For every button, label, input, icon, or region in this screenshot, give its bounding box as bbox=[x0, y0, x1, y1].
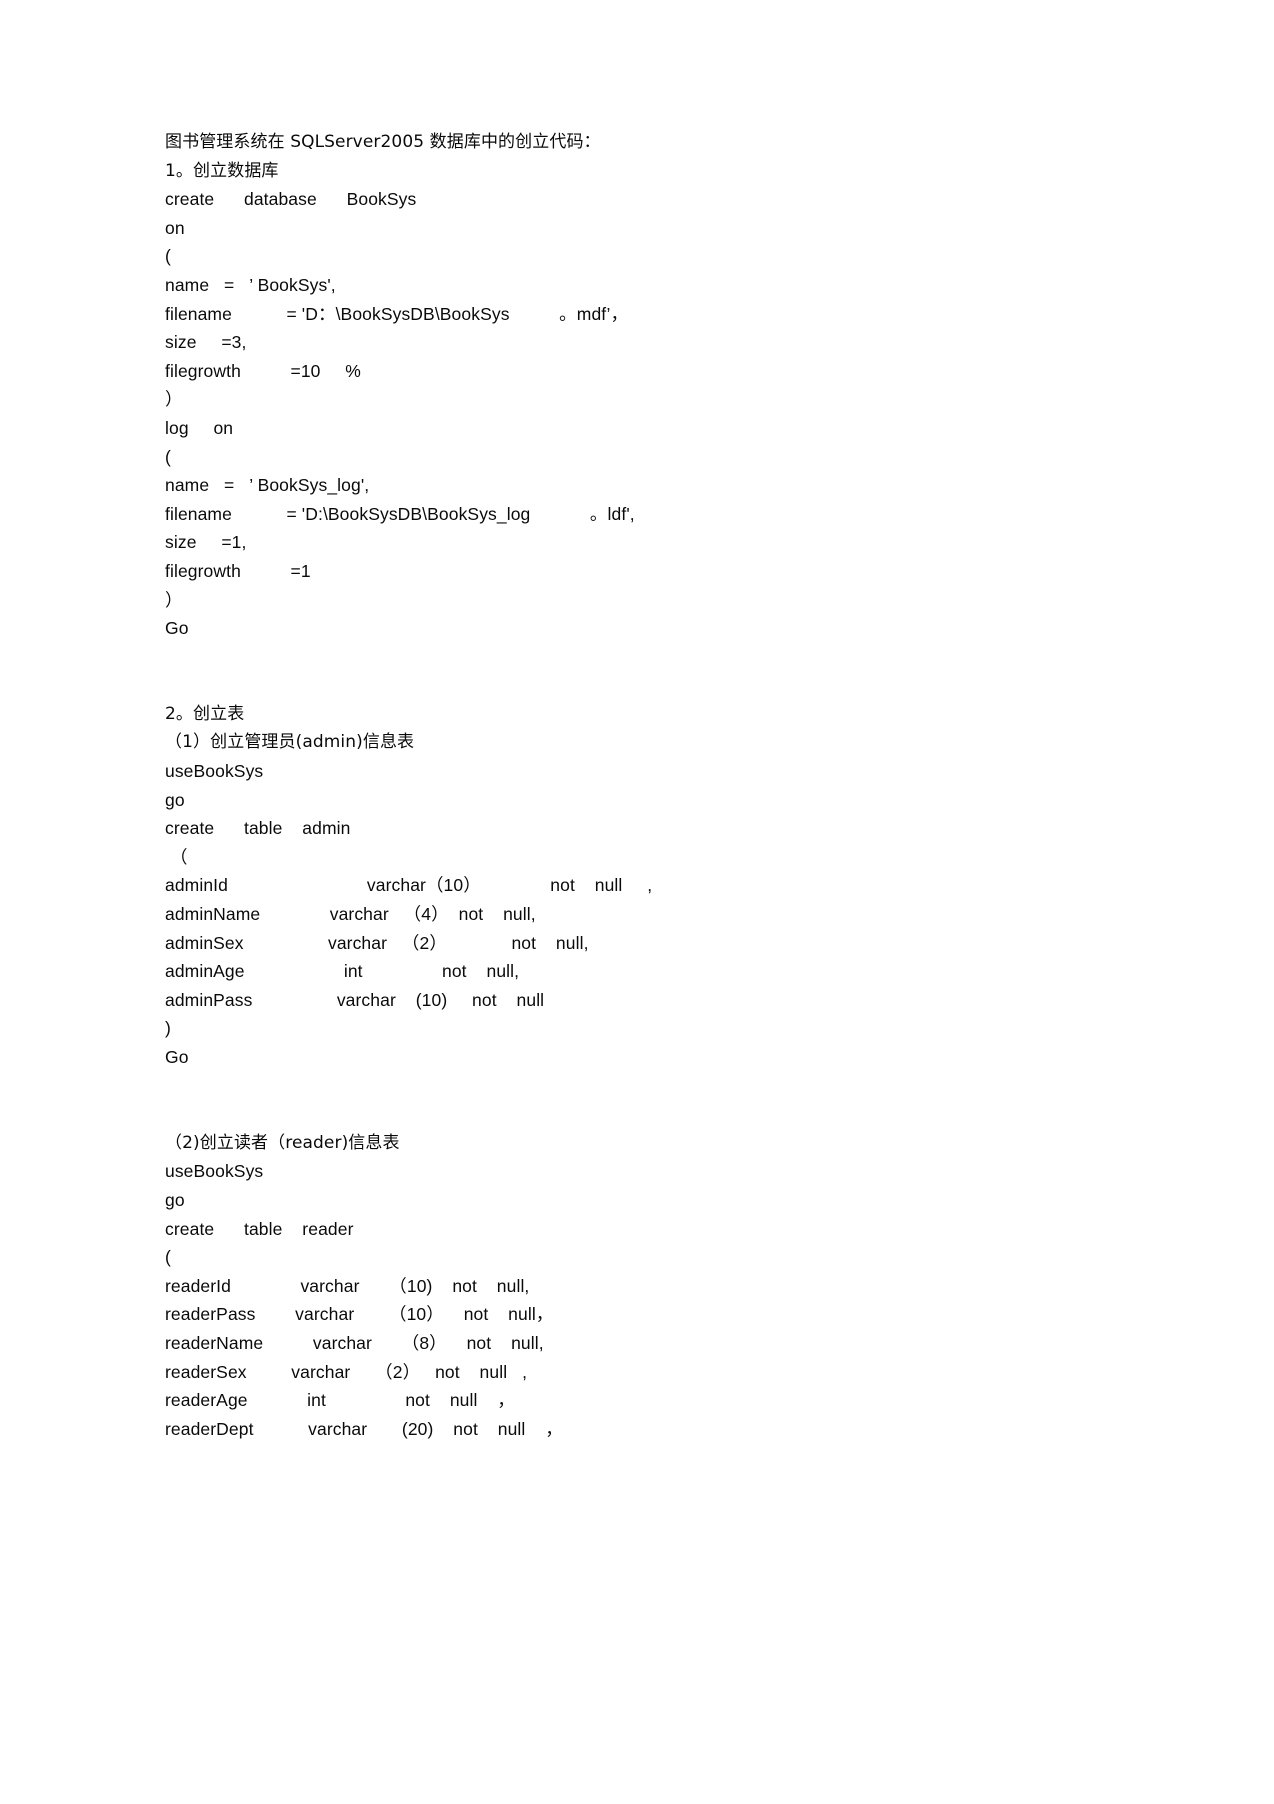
document-title: 图书管理系统在 SQLServer2005 数据库中的创立代码： bbox=[165, 132, 601, 152]
code-line: readerName varchar （8） not null, bbox=[165, 1332, 544, 1353]
subsection-label-reader: （2)创立读者（reader)信息表 bbox=[165, 1132, 400, 1153]
code-line: filegrowth =10 % bbox=[165, 360, 361, 381]
code-line: ） bbox=[165, 389, 183, 410]
code-line: ) bbox=[165, 1018, 171, 1039]
code-line: readerSex varchar （2） not null , bbox=[165, 1361, 528, 1382]
code-line: adminId varchar（10） not null , bbox=[165, 875, 653, 896]
code-line: on bbox=[165, 217, 185, 238]
code-line: adminName varchar （4） not null, bbox=[165, 904, 536, 925]
code-line: Go bbox=[165, 1047, 189, 1067]
code-line: size =1, bbox=[165, 532, 247, 553]
code-line: ( bbox=[165, 1247, 171, 1268]
section-heading-create-tables: 2。创立表 bbox=[165, 703, 245, 724]
code-line: adminSex varchar （2） not null, bbox=[165, 932, 589, 953]
code-line: filename = 'D：\BookSysDB\BookSys 。mdf’， bbox=[165, 303, 629, 324]
code-line: size =3, bbox=[165, 332, 247, 353]
document-page: 图书管理系统在 SQLServer2005 数据库中的创立代码： 1。创立数据库… bbox=[0, 0, 1274, 1804]
code-line: ） bbox=[165, 589, 183, 610]
code-line: useBookSys bbox=[165, 761, 264, 782]
code-line: create table reader bbox=[165, 1218, 354, 1239]
code-line: filename = 'D:\BookSysDB\BookSys_log 。ld… bbox=[165, 503, 635, 524]
section-heading-create-database: 1。创立数据库 bbox=[165, 160, 279, 181]
code-line: adminAge int not null, bbox=[165, 961, 520, 982]
code-line: name = ’ BookSys', bbox=[165, 274, 336, 295]
code-line: create database BookSys bbox=[165, 189, 417, 210]
code-line: readerAge int not null ， bbox=[165, 1390, 515, 1411]
code-line: readerPass varchar （10） not null， bbox=[165, 1304, 554, 1325]
code-line: adminPass varchar (10) not null bbox=[165, 989, 545, 1010]
document-body: 图书管理系统在 SQLServer2005 数据库中的创立代码： 1。创立数据库… bbox=[165, 128, 1125, 1443]
code-line: Go bbox=[165, 618, 189, 639]
subsection-label-admin: （1）创立管理员(admin)信息表 bbox=[165, 732, 415, 753]
code-line: readerId varchar （10) not null, bbox=[165, 1275, 530, 1296]
code-line: go bbox=[165, 789, 185, 810]
code-line: readerDept varchar (20) not null ， bbox=[165, 1418, 563, 1439]
code-line: go bbox=[165, 1189, 185, 1210]
code-line: （ bbox=[165, 846, 188, 867]
code-line: ( bbox=[165, 246, 171, 267]
code-line: filegrowth =1 bbox=[165, 560, 311, 581]
code-line: useBookSys bbox=[165, 1161, 264, 1182]
code-line: name = ’ BookSys_log', bbox=[165, 475, 370, 496]
code-line: create table admin bbox=[165, 818, 351, 839]
code-line: log on bbox=[165, 417, 234, 438]
code-line: ( bbox=[165, 446, 171, 467]
